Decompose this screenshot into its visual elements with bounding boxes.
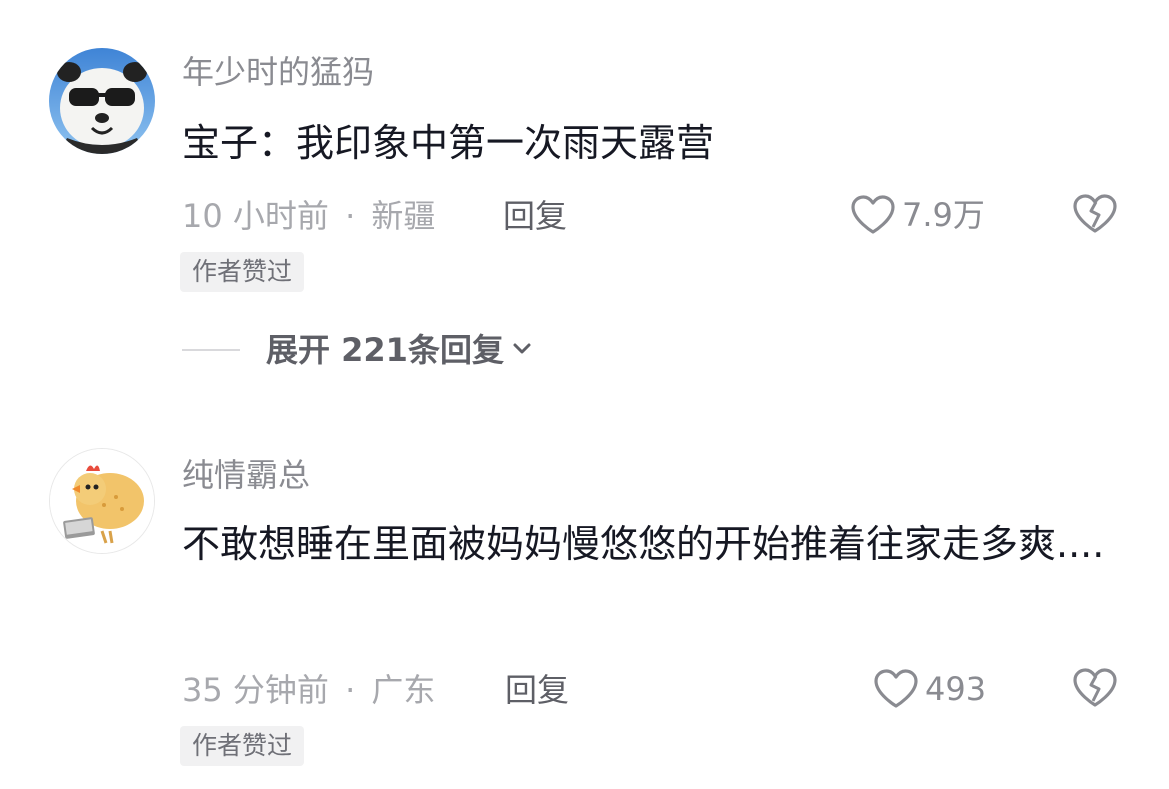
like-button[interactable]: 7.9万 xyxy=(850,193,985,237)
heart-icon xyxy=(851,195,895,234)
comment-username[interactable]: 年少时的猛犸 xyxy=(182,52,374,92)
comment-time: 35 分钟前 xyxy=(182,671,329,709)
expand-replies[interactable]: 展开 221条回复 xyxy=(182,330,534,370)
meta-separator: · xyxy=(345,197,356,235)
like-button[interactable]: 493 xyxy=(873,667,986,711)
comment-meta: 35 分钟前 · 广东 xyxy=(182,670,435,710)
comment-location: 广东 xyxy=(371,671,436,709)
user-avatar[interactable] xyxy=(49,448,155,554)
user-avatar[interactable] xyxy=(49,48,155,154)
reply-button[interactable]: 回复 xyxy=(505,670,569,710)
author-liked-badge: 作者赞过 xyxy=(180,726,305,766)
comment-text: 不敢想睡在里面被妈妈慢悠悠的开始推着往家走多爽.... xyxy=(182,522,1105,566)
divider-line xyxy=(182,349,240,351)
heart-icon xyxy=(874,669,918,708)
panda-sunglasses-avatar-icon xyxy=(49,48,155,154)
like-count: 7.9万 xyxy=(902,196,985,234)
broken-heart-icon xyxy=(1073,668,1117,707)
cartoon-chicken-avatar-icon xyxy=(50,449,154,553)
comment-text: 宝子：我印象中第一次雨天露营 xyxy=(182,121,715,165)
author-liked-badge: 作者赞过 xyxy=(180,252,305,292)
meta-separator: · xyxy=(345,671,356,709)
comment-username[interactable]: 纯情霸总 xyxy=(182,455,310,495)
dislike-button[interactable] xyxy=(1072,667,1118,711)
broken-heart-icon xyxy=(1073,194,1117,233)
comment-location: 新疆 xyxy=(371,197,436,235)
chevron-down-icon xyxy=(510,336,534,364)
like-count: 493 xyxy=(925,670,987,708)
comment-time: 10 小时前 xyxy=(182,197,329,235)
dislike-button[interactable] xyxy=(1072,193,1118,237)
reply-button[interactable]: 回复 xyxy=(503,196,567,236)
comment-meta: 10 小时前 · 新疆 xyxy=(182,196,435,236)
expand-replies-label[interactable]: 展开 221条回复 xyxy=(266,330,504,370)
